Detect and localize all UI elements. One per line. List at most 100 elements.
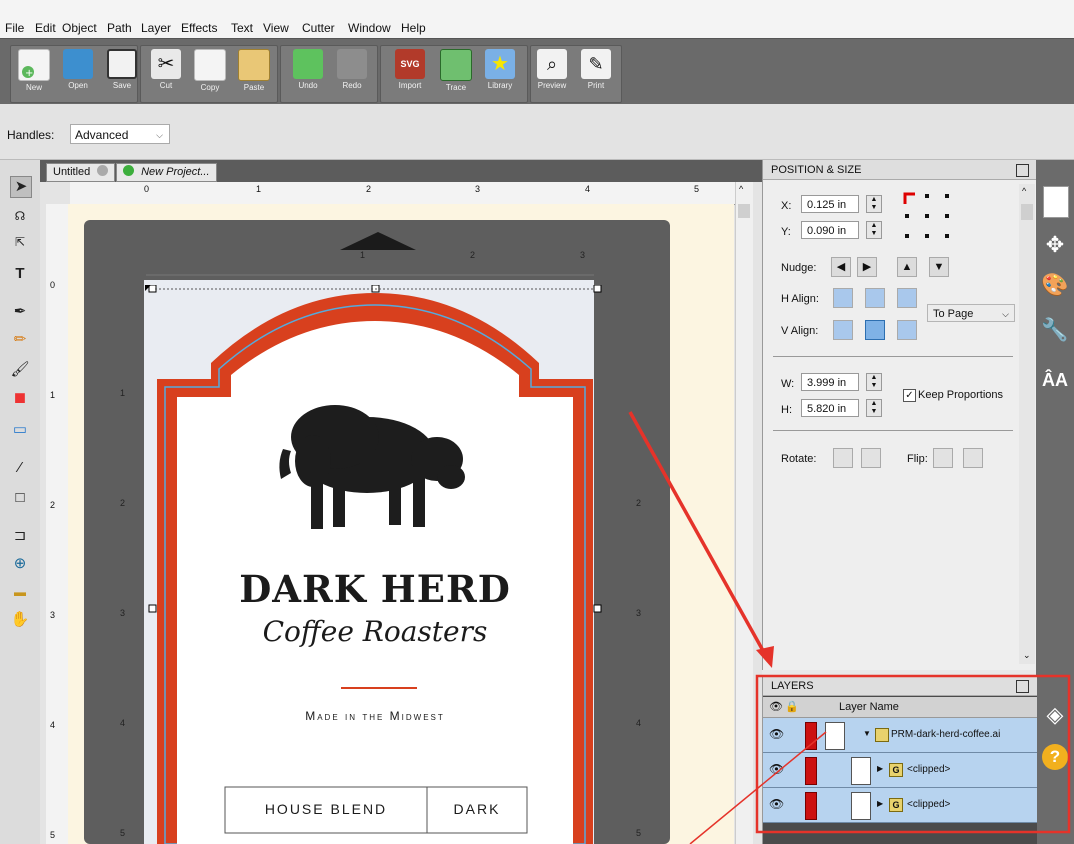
handles-select[interactable]: Advanced ⌵	[70, 124, 170, 144]
menu-view[interactable]: View	[263, 21, 289, 35]
document-scrollbar[interactable]: ^	[735, 182, 753, 844]
menu-help[interactable]: Help	[401, 21, 426, 35]
layer-row[interactable]: 👁 ▶ G <clipped>	[763, 788, 1037, 823]
page-icon[interactable]	[1043, 186, 1069, 218]
layers-stack-icon[interactable]: ◈	[1040, 700, 1070, 730]
path-tool-icon[interactable]: ⊐	[10, 526, 30, 546]
help-question-icon[interactable]: ?	[1042, 744, 1068, 770]
align-left-icon[interactable]	[833, 288, 853, 308]
flip-vertical-icon[interactable]	[963, 448, 983, 468]
top-ruler: 0 1 2 3 4 5	[70, 182, 735, 205]
panel-scrollbar[interactable]: ^ ⌄	[1019, 184, 1035, 664]
wrench-icon[interactable]: 🔧	[1040, 315, 1070, 345]
expand-arrow-icon[interactable]: ▶	[877, 799, 883, 808]
pencil-tool-icon[interactable]: ✏	[10, 330, 30, 350]
eye-icon[interactable]: 👁	[769, 762, 784, 776]
y-field[interactable]: 0.090 in	[801, 221, 859, 239]
rotate-left-icon[interactable]	[833, 448, 853, 468]
print-button[interactable]: ✎ Print	[572, 45, 620, 101]
text-tool-icon[interactable]: T	[10, 264, 30, 284]
import-button[interactable]: SVG Import	[386, 45, 434, 101]
nudge-up-button[interactable]: ▲	[897, 257, 917, 277]
nudge-left-button[interactable]: ◀	[831, 257, 851, 277]
pen-tool-icon[interactable]: ✒	[10, 302, 30, 322]
close-tab-icon[interactable]	[97, 165, 109, 176]
mat-ruler-mark: 3	[580, 250, 586, 260]
tab-new-project[interactable]: New Project...	[116, 163, 217, 182]
y-stepper[interactable]: ▲ ▼	[866, 221, 882, 239]
rotate-right-icon[interactable]	[861, 448, 881, 468]
reference-point-grid[interactable]	[903, 192, 953, 242]
undo-button[interactable]: Undo	[284, 45, 332, 101]
x-label: X:	[781, 200, 792, 212]
library-button[interactable]: ★ Library	[476, 45, 524, 101]
scroll-thumb[interactable]	[1021, 204, 1033, 220]
width-stepper[interactable]: ▲ ▼	[866, 373, 882, 391]
menu-file[interactable]: File	[5, 21, 24, 35]
panel-dock-icon[interactable]	[1016, 164, 1029, 177]
panel-dock-icon[interactable]	[1016, 680, 1029, 693]
align-bottom-icon[interactable]	[897, 320, 917, 340]
color-palette-icon[interactable]: 🎨	[1040, 270, 1070, 300]
tab-untitled[interactable]: Untitled	[46, 163, 116, 182]
select-arrow-icon[interactable]: ➤	[10, 176, 32, 198]
keep-proportions-checkbox[interactable]: ✓	[903, 389, 916, 402]
menu-cutter[interactable]: Cutter	[302, 21, 335, 35]
copy-button[interactable]: Copy	[186, 45, 234, 101]
expand-arrow-icon[interactable]: ▼	[863, 729, 871, 738]
menu-text[interactable]: Text	[231, 21, 253, 35]
eraser-tool-icon[interactable]: ◼	[10, 388, 30, 408]
layer-row[interactable]: 👁 ▼ PRM-dark-herd-coffee.ai	[763, 718, 1037, 753]
nudge-down-button[interactable]: ▼	[929, 257, 949, 277]
flip-horizontal-icon[interactable]	[933, 448, 953, 468]
x-stepper[interactable]: ▲ ▼	[866, 195, 882, 213]
height-field[interactable]: 5.820 in	[801, 399, 859, 417]
layer-row[interactable]: 👁 ▶ G <clipped>	[763, 753, 1037, 788]
height-stepper[interactable]: ▲ ▼	[866, 399, 882, 417]
align-top-icon[interactable]	[833, 320, 853, 340]
trace-button[interactable]: Trace	[432, 45, 480, 101]
eyedropper-icon[interactable]: ⁄	[10, 458, 30, 478]
menu-object[interactable]: Object	[62, 21, 97, 35]
preview-button[interactable]: ⌕ Preview	[528, 45, 576, 101]
shape-tool-icon[interactable]: ▭	[10, 420, 30, 440]
menu-edit[interactable]: Edit	[35, 21, 56, 35]
scroll-up-icon[interactable]: ^	[1022, 186, 1026, 196]
scroll-down-icon[interactable]: ⌄	[1023, 650, 1031, 661]
x-field[interactable]: 0.125 in	[801, 195, 859, 213]
scroll-thumb[interactable]	[738, 204, 750, 218]
open-button[interactable]: Open	[54, 45, 102, 101]
new-button[interactable]: + New	[10, 45, 58, 101]
menu-path[interactable]: Path	[107, 21, 132, 35]
move-arrows-icon[interactable]: ✥	[1040, 230, 1070, 260]
menu-layer[interactable]: Layer	[141, 21, 171, 35]
eye-icon[interactable]: 👁	[769, 797, 784, 811]
ruler-mark: 5	[50, 830, 56, 840]
cut-button[interactable]: ✂ Cut	[142, 45, 190, 101]
node-select-icon[interactable]: ⇱	[10, 232, 30, 252]
scroll-up-icon[interactable]: ^	[739, 184, 743, 194]
rectangle-tool-icon[interactable]: □	[10, 488, 30, 508]
menu-window[interactable]: Window	[348, 21, 391, 35]
ruler-tool-icon[interactable]: ▬	[10, 582, 30, 602]
redo-button[interactable]: Redo	[328, 45, 376, 101]
hand-pan-icon[interactable]: ✋	[10, 610, 30, 630]
expand-arrow-icon[interactable]: ▶	[877, 764, 883, 773]
align-middle-v-icon[interactable]	[865, 320, 885, 340]
brush-tool-icon[interactable]: 🖌	[10, 360, 30, 380]
text-size-icon[interactable]: ÂA	[1040, 365, 1070, 395]
label-design[interactable]: DARK HERD Coffee Roasters Made in the Mi…	[145, 285, 605, 844]
align-right-icon[interactable]	[897, 288, 917, 308]
align-target-select[interactable]: To Page ⌵	[927, 304, 1015, 322]
y-label: Y:	[781, 226, 791, 238]
width-field[interactable]: 3.999 in	[801, 373, 859, 391]
menu-effects[interactable]: Effects	[181, 21, 217, 35]
nudge-right-button[interactable]: ▶	[857, 257, 877, 277]
align-center-h-icon[interactable]	[865, 288, 885, 308]
eye-icon[interactable]: 👁	[769, 727, 784, 741]
save-button[interactable]: Save	[98, 45, 146, 101]
paste-button[interactable]: Paste	[230, 45, 278, 101]
node-edit-icon[interactable]: ☊	[10, 206, 30, 226]
layer-color-swatch	[805, 757, 817, 785]
zoom-tool-icon[interactable]: ⊕	[10, 554, 30, 574]
